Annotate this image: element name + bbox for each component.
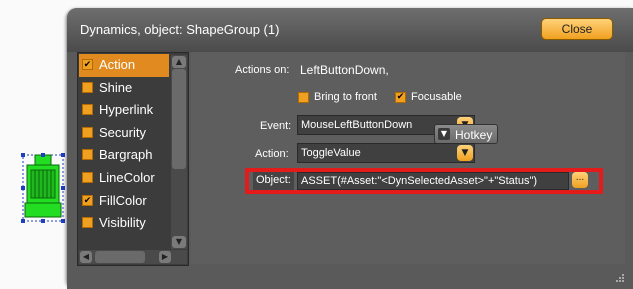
action-dropdown[interactable]: ToggleValue ▼	[297, 143, 475, 163]
checkbox-unchecked-icon[interactable]	[82, 171, 93, 183]
scroll-thumb[interactable]	[95, 251, 145, 263]
event-label: Event:	[260, 120, 292, 132]
list-item-action[interactable]: ✔ Action	[79, 54, 169, 77]
dynamics-list-panel: ✔ Action Shine Hyperlink Security Bargra…	[77, 52, 189, 266]
checkbox-checked-icon[interactable]: ✔	[82, 59, 93, 70]
scroll-up-icon[interactable]: ▲	[172, 56, 186, 68]
dynamics-list: ✔ Action Shine Hyperlink Security Bargra…	[79, 54, 169, 244]
resize-grip-icon[interactable]	[615, 273, 625, 283]
dialog-titlebar[interactable]: Dynamics, object: ShapeGroup (1) Close	[67, 8, 633, 52]
list-item-label: Action	[99, 57, 136, 72]
list-item-label: FillColor	[99, 192, 147, 208]
list-item-fillcolor[interactable]: ✔ FillColor	[79, 190, 169, 213]
list-item-label: Hyperlink	[99, 102, 154, 118]
dialog-footer	[67, 266, 633, 289]
hotkey-label: Hotkey	[455, 128, 493, 142]
list-item-label: Bargraph	[99, 147, 153, 163]
checkbox-unchecked-icon[interactable]	[82, 104, 93, 116]
actions-on-label: Actions on:	[235, 64, 290, 76]
checkbox-unchecked-icon[interactable]	[82, 81, 93, 93]
list-item-label: Shine	[99, 79, 133, 95]
scroll-right-icon[interactable]: ▶	[159, 251, 171, 263]
focusable-label: Focusable	[411, 91, 462, 103]
scroll-thumb[interactable]	[172, 69, 186, 169]
dropdown-arrow-icon: ▼	[438, 128, 450, 140]
checkbox-unchecked-icon[interactable]	[82, 149, 93, 161]
object-expression-field[interactable]: ASSET(#Asset:"<DynSelectedAsset>"+"Statu…	[297, 172, 569, 190]
checkbox-unchecked-icon[interactable]	[82, 217, 93, 229]
close-button[interactable]: Close	[541, 18, 613, 40]
list-item-label: LineColor	[99, 169, 155, 185]
list-horizontal-scrollbar[interactable]: ◀ ▶	[79, 250, 187, 264]
list-item-linecolor[interactable]: LineColor	[79, 167, 169, 190]
hotkey-button[interactable]: ▼ Hotkey	[434, 124, 498, 144]
scroll-left-icon[interactable]: ◀	[80, 251, 92, 263]
list-item-security[interactable]: Security	[79, 122, 169, 145]
action-value: ToggleValue	[301, 147, 361, 159]
event-value: MouseLeftButtonDown	[301, 119, 413, 131]
list-item-label: Visibility	[99, 215, 146, 231]
object-expression-value: ASSET(#Asset:"<DynSelectedAsset>"+"Statu…	[301, 175, 538, 187]
checkbox-unchecked-icon[interactable]	[82, 126, 93, 138]
list-vertical-scrollbar[interactable]: ▲ ▼	[171, 55, 187, 249]
bring-to-front-label: Bring to front	[314, 91, 377, 103]
list-item-visibility[interactable]: Visibility	[79, 212, 169, 235]
scroll-down-icon[interactable]: ▼	[172, 236, 186, 248]
list-item-shine[interactable]: Shine	[79, 77, 169, 100]
bring-to-front-checkbox[interactable]	[298, 92, 309, 103]
dynamics-dialog: Dynamics, object: ShapeGroup (1) Close ✔…	[67, 8, 633, 289]
actions-on-value: LeftButtonDown,	[300, 63, 389, 77]
focusable-checkbox[interactable]: ✔	[395, 92, 406, 103]
dialog-title: Dynamics, object: ShapeGroup (1)	[80, 22, 280, 37]
list-item-hyperlink[interactable]: Hyperlink	[79, 99, 169, 122]
chevron-down-icon[interactable]: ▼	[457, 145, 473, 161]
list-item-label: Security	[99, 124, 146, 140]
object-label: Object:	[256, 174, 291, 186]
checkbox-checked-icon[interactable]: ✔	[82, 194, 93, 206]
list-item-bargraph[interactable]: Bargraph	[79, 144, 169, 167]
motor-shape-icon[interactable]	[20, 150, 66, 226]
action-label: Action:	[255, 148, 289, 160]
browse-button[interactable]: ...	[572, 172, 588, 188]
